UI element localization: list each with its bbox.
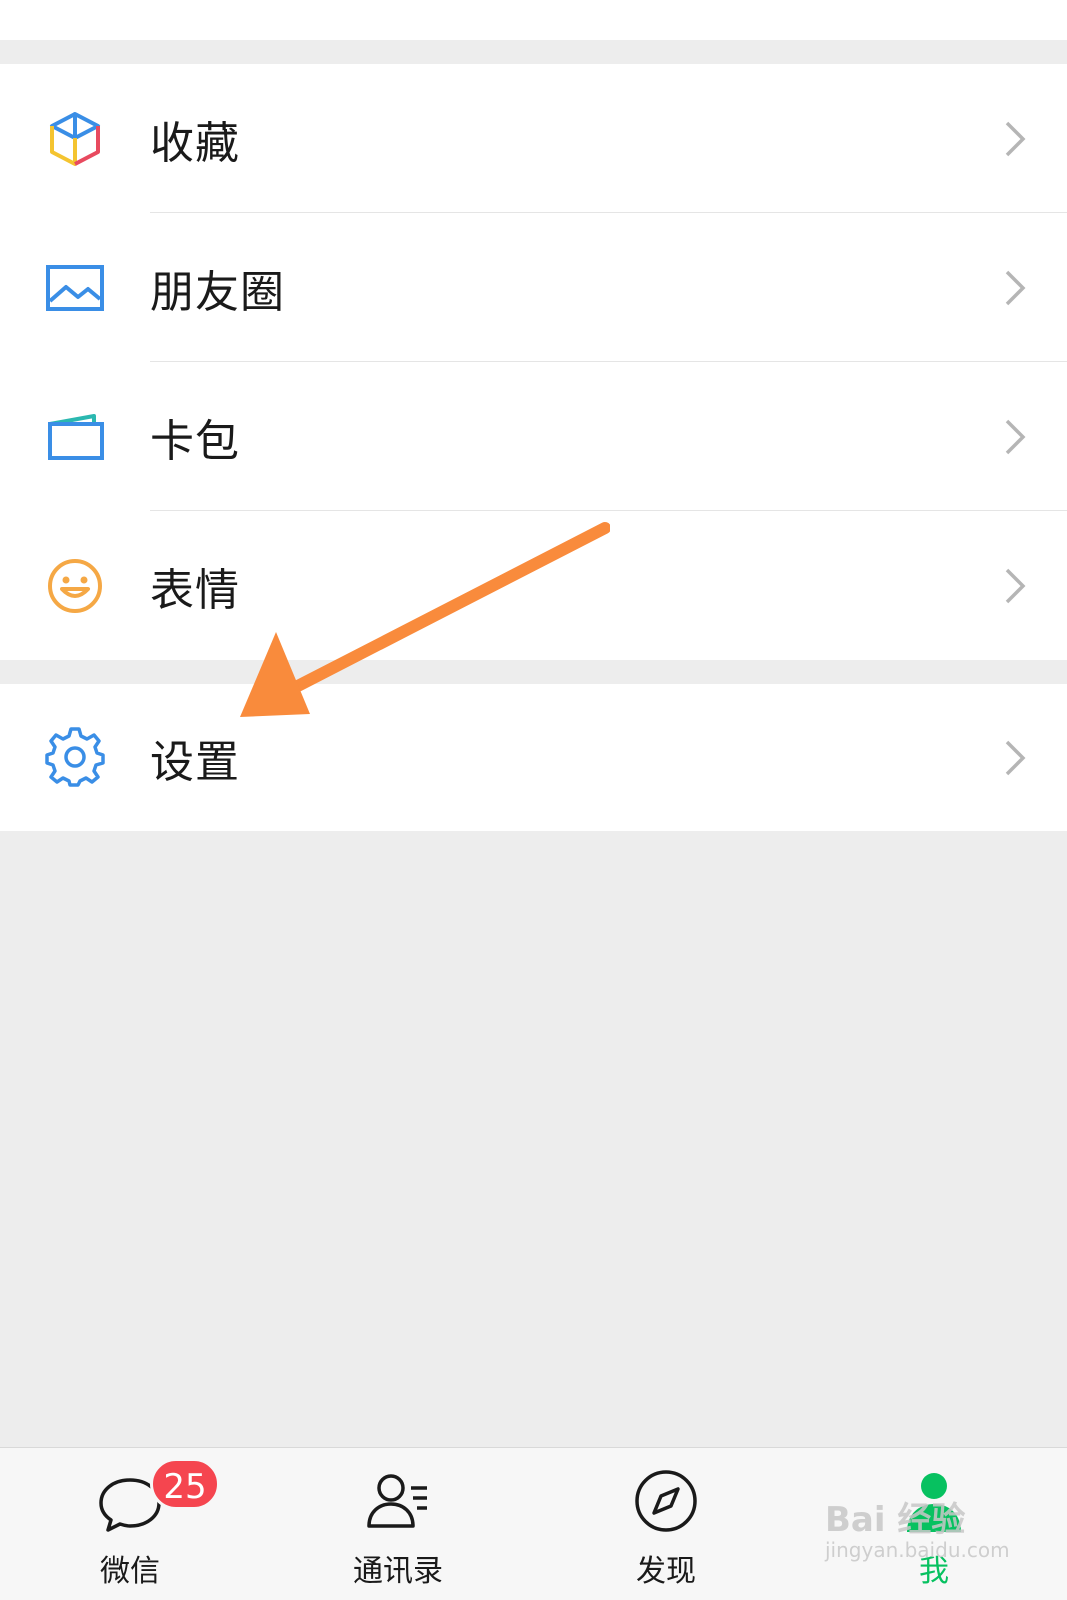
chevron-right-icon <box>1005 419 1026 454</box>
menu-item-label: 收藏 <box>150 117 240 169</box>
menu-group-main: 收藏 朋友圈 卡包 表情 <box>0 64 1067 660</box>
baidu-jingyan-watermark: Bai 经验 jingyan.baidu.com <box>807 1480 1010 1570</box>
watermark-text: Bai 经验 <box>825 1500 966 1540</box>
compass-icon <box>635 1470 697 1532</box>
menu-item-card-wallet[interactable]: 卡包 <box>0 362 1067 511</box>
menu-item-favorites[interactable]: 收藏 <box>0 64 1067 213</box>
tab-label: 发现 <box>636 1554 696 1589</box>
bottom-tab-bar: 25 微信 通讯录 发现 我 Bai 经验 jingyan.baidu.com <box>0 1447 1067 1600</box>
contacts-icon <box>367 1474 427 1528</box>
unread-badge: 25 <box>150 1458 220 1510</box>
menu-item-label: 设置 <box>150 736 240 788</box>
tab-label: 通讯录 <box>353 1554 443 1589</box>
chevron-right-icon <box>1005 740 1026 775</box>
top-strip <box>0 0 1067 40</box>
menu-group-settings: 设置 <box>0 684 1067 831</box>
tab-contacts[interactable]: 通讯录 <box>298 1448 498 1600</box>
card-wallet-icon <box>48 414 104 460</box>
chevron-right-icon <box>1005 568 1026 603</box>
chevron-right-icon <box>1005 121 1026 156</box>
menu-item-settings[interactable]: 设置 <box>0 684 1067 831</box>
chevron-right-icon <box>1005 270 1026 305</box>
menu-item-stickers[interactable]: 表情 <box>0 511 1067 660</box>
menu-item-moments[interactable]: 朋友圈 <box>0 213 1067 362</box>
menu-item-label: 卡包 <box>150 415 240 467</box>
tab-discover[interactable]: 发现 <box>566 1448 766 1600</box>
menu-item-label: 表情 <box>150 564 240 616</box>
sticker-smiley-icon <box>48 559 102 613</box>
tab-label: 微信 <box>100 1554 160 1589</box>
menu-item-label: 朋友圈 <box>150 266 285 318</box>
watermark-url: jingyan.baidu.com <box>825 1538 1010 1562</box>
tab-chats[interactable]: 25 微信 <box>30 1448 230 1600</box>
gear-icon <box>45 727 105 787</box>
favorites-cube-icon <box>50 112 100 166</box>
moments-photo-icon <box>46 265 104 311</box>
